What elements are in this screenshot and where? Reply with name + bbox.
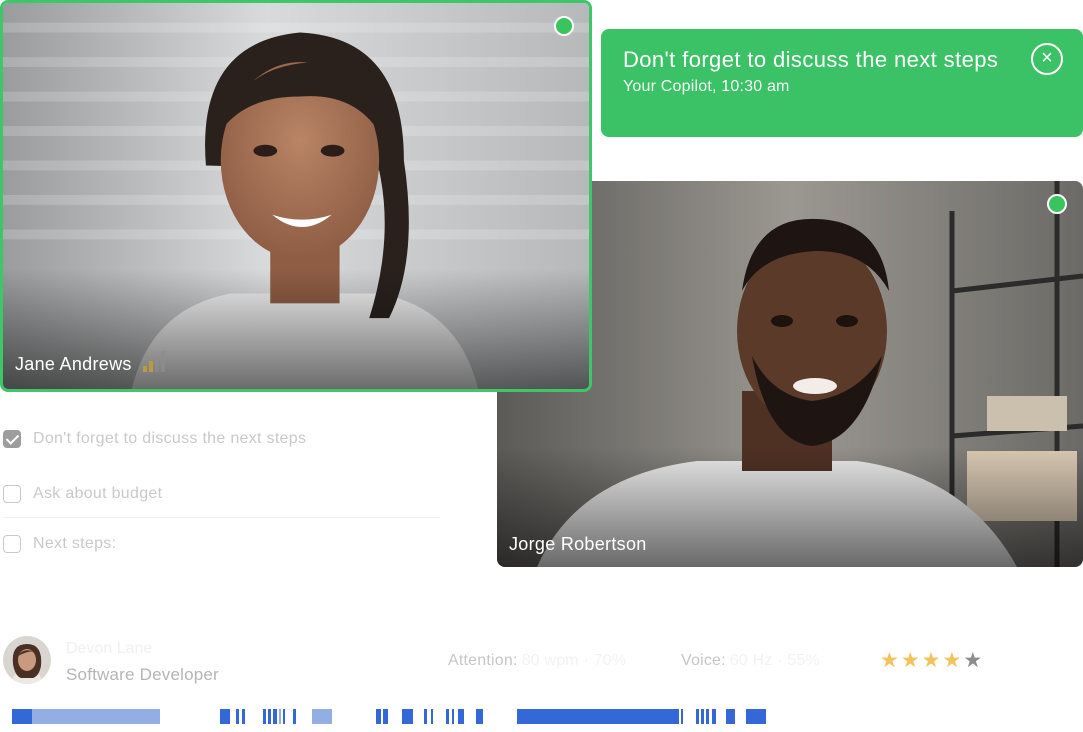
timeline-segment <box>681 709 683 724</box>
timeline-segment <box>701 709 704 724</box>
timeline-segment <box>273 709 277 724</box>
close-circle-icon[interactable]: × <box>1031 43 1063 75</box>
timeline-segment <box>242 709 245 724</box>
attention-metric: Attention: 80 wpm · 70% <box>448 652 626 670</box>
copilot-notification: Don't forget to discuss the next steps Y… <box>601 29 1083 137</box>
participant-name-jorge: Jorge Robertson <box>509 534 647 554</box>
signal-strength-icon <box>142 351 167 377</box>
timeline-segment <box>268 709 271 724</box>
divider <box>3 517 440 518</box>
attention-label: Attention: <box>448 652 518 669</box>
avatar <box>3 636 51 684</box>
checkbox[interactable] <box>3 535 21 553</box>
timeline-segment <box>293 709 296 724</box>
timeline-segment <box>376 709 381 724</box>
star-filled-icon: ★ <box>921 649 941 672</box>
task-item[interactable]: Next steps: <box>3 535 116 553</box>
timeline-segment <box>402 709 413 724</box>
voice-label: Voice: <box>681 652 726 669</box>
voice-value: 60 Hz · 55% <box>729 652 821 669</box>
contact-role: Software Developer <box>66 665 219 684</box>
timeline-segment <box>706 709 709 724</box>
timeline-segment <box>312 709 332 724</box>
timeline-segment <box>458 709 464 724</box>
timeline-segment <box>712 709 716 724</box>
online-status-icon <box>1047 194 1067 214</box>
star-filled-icon: ★ <box>942 649 962 672</box>
notification-source: Your Copilot, 10:30 am <box>623 78 790 95</box>
task-label: Ask about budget <box>33 485 163 502</box>
task-label: Next steps: <box>33 535 117 552</box>
checkbox-checked[interactable] <box>3 430 21 448</box>
timeline-segment <box>32 709 160 724</box>
contact-name: Devon Lane <box>66 640 153 657</box>
checkbox[interactable] <box>3 485 21 503</box>
video-tile-jane[interactable]: Jane Andrews <box>0 0 592 392</box>
timeline-segment <box>279 709 281 724</box>
star-filled-icon: ★ <box>900 649 920 672</box>
voice-metric: Voice: 60 Hz · 55% <box>681 652 820 670</box>
task-label: Don't forget to discuss the next steps <box>33 430 307 447</box>
timeline-segment <box>12 709 32 724</box>
task-item[interactable]: Ask about budget <box>3 485 162 503</box>
participant-name-label: Jane Andrews <box>15 354 132 374</box>
timeline-segment <box>476 709 483 724</box>
timeline-segment <box>431 709 433 724</box>
notification-message: Don't forget to discuss the next steps <box>623 47 999 72</box>
participant-name-jane: Jane Andrews <box>15 351 167 377</box>
timeline-segment <box>446 709 449 724</box>
online-status-icon <box>554 16 574 36</box>
task-item[interactable]: Don't forget to discuss the next steps <box>3 430 306 448</box>
timeline-segment <box>383 709 388 724</box>
timeline-segment <box>746 709 766 724</box>
timeline-segment <box>236 709 239 724</box>
timeline-segment <box>517 709 679 724</box>
timeline-segment <box>283 709 285 724</box>
timeline-segment <box>726 709 735 724</box>
timeline-segment <box>452 709 454 724</box>
timeline-segment <box>424 709 427 724</box>
attention-value: 80 wpm · 70% <box>521 652 627 669</box>
star-empty-icon: ★ <box>963 649 983 672</box>
star-filled-icon: ★ <box>880 649 899 672</box>
timeline-segment <box>696 709 699 724</box>
star-rating: ★ ★ ★ ★ ★ <box>880 650 982 672</box>
timeline-segment <box>263 709 266 724</box>
speech-timeline <box>12 709 766 724</box>
timeline-segment <box>220 709 230 724</box>
